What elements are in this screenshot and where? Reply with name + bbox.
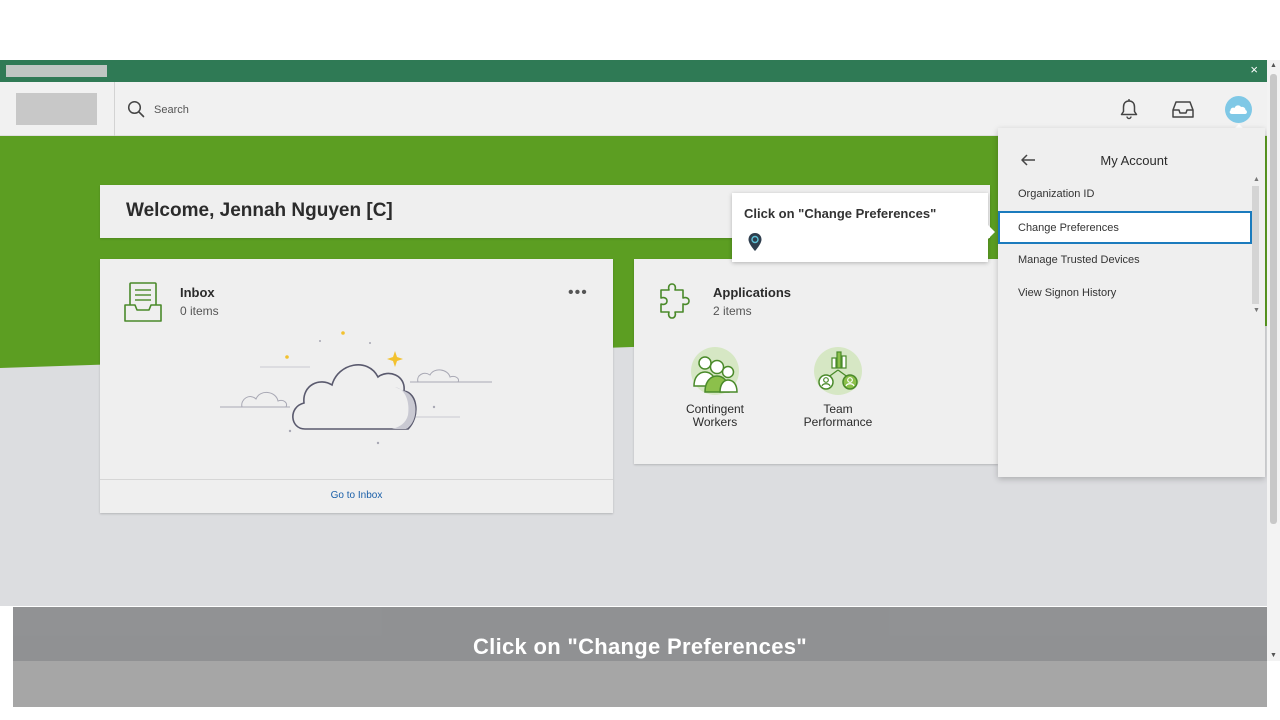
- search-input[interactable]: [154, 102, 454, 118]
- inbox-stack-icon: [124, 282, 162, 322]
- bell-icon[interactable]: [1118, 98, 1140, 120]
- search-icon[interactable]: [127, 100, 145, 118]
- contingent-workers-icon: [691, 347, 739, 395]
- menu-item-view-signon-history[interactable]: View Signon History: [998, 277, 1252, 310]
- cloud-avatar-icon[interactable]: [1225, 96, 1252, 123]
- window-title-redacted: [6, 65, 107, 77]
- scroll-up-icon[interactable]: ▲: [1270, 62, 1277, 69]
- inbox-title[interactable]: Inbox: [180, 285, 215, 300]
- window-title-bar: ×: [0, 60, 1267, 82]
- instruction-caption: Click on "Change Preferences": [13, 607, 1267, 707]
- caption-text: Click on "Change Preferences": [472, 634, 807, 659]
- menu-item-manage-trusted-devices[interactable]: Manage Trusted Devices: [998, 244, 1252, 277]
- menu-item-organization-id[interactable]: Organization ID: [998, 178, 1252, 211]
- guidance-tooltip: Click on "Change Preferences": [732, 193, 995, 262]
- page-scrollbar[interactable]: ▲ ▼: [1267, 60, 1280, 661]
- team-performance-icon: [814, 347, 862, 395]
- location-pin-icon: [748, 233, 762, 251]
- account-menu-list: Organization ID Change Preferences Manag…: [998, 178, 1252, 310]
- tooltip-arrow: [988, 225, 995, 239]
- welcome-text: Welcome, Jennah Nguyen [C]: [126, 200, 393, 221]
- more-options-icon[interactable]: •••: [568, 284, 588, 302]
- app-team-performance[interactable]: Team Performance: [798, 346, 878, 429]
- scroll-down-icon[interactable]: ▼: [1253, 307, 1260, 314]
- account-dropdown: My Account Organization ID Change Prefer…: [998, 128, 1265, 477]
- company-logo[interactable]: [16, 93, 97, 125]
- inbox-card-footer: Go to Inbox: [100, 479, 613, 513]
- tooltip-text: Click on "Change Preferences": [744, 206, 937, 221]
- my-account-title: My Account: [1100, 153, 1168, 168]
- app-contingent-workers[interactable]: Contingent Workers: [675, 346, 755, 429]
- header-divider: [114, 82, 115, 136]
- caption-lower-band: [13, 661, 1267, 707]
- puzzle-piece-icon: [660, 283, 690, 319]
- applications-card: Applications 2 items Contingent Workers: [634, 259, 998, 464]
- scroll-thumb[interactable]: [1270, 74, 1277, 524]
- account-menu-scrollbar[interactable]: ▲ ▼: [1250, 174, 1263, 316]
- scroll-thumb[interactable]: [1252, 186, 1259, 304]
- inbox-tray-icon[interactable]: [1172, 99, 1194, 119]
- app-frame: × Welcome, J: [0, 0, 1280, 720]
- app-label-line2: Performance: [803, 415, 873, 429]
- inbox-card: Inbox 0 items ••• Go to Inbox: [100, 259, 613, 513]
- go-to-inbox-link[interactable]: Go to Inbox: [331, 490, 383, 501]
- applications-title: Applications: [713, 285, 792, 300]
- app-label-line2: Workers: [692, 415, 738, 429]
- close-icon[interactable]: ×: [1250, 63, 1258, 77]
- applications-count: 2 items: [713, 304, 752, 318]
- empty-inbox-cloud-illustration: [220, 331, 492, 445]
- inbox-count: 0 items: [180, 304, 219, 318]
- scroll-down-icon[interactable]: ▼: [1270, 652, 1277, 659]
- menu-item-change-preferences[interactable]: Change Preferences: [998, 211, 1252, 244]
- scroll-up-icon[interactable]: ▲: [1253, 176, 1260, 183]
